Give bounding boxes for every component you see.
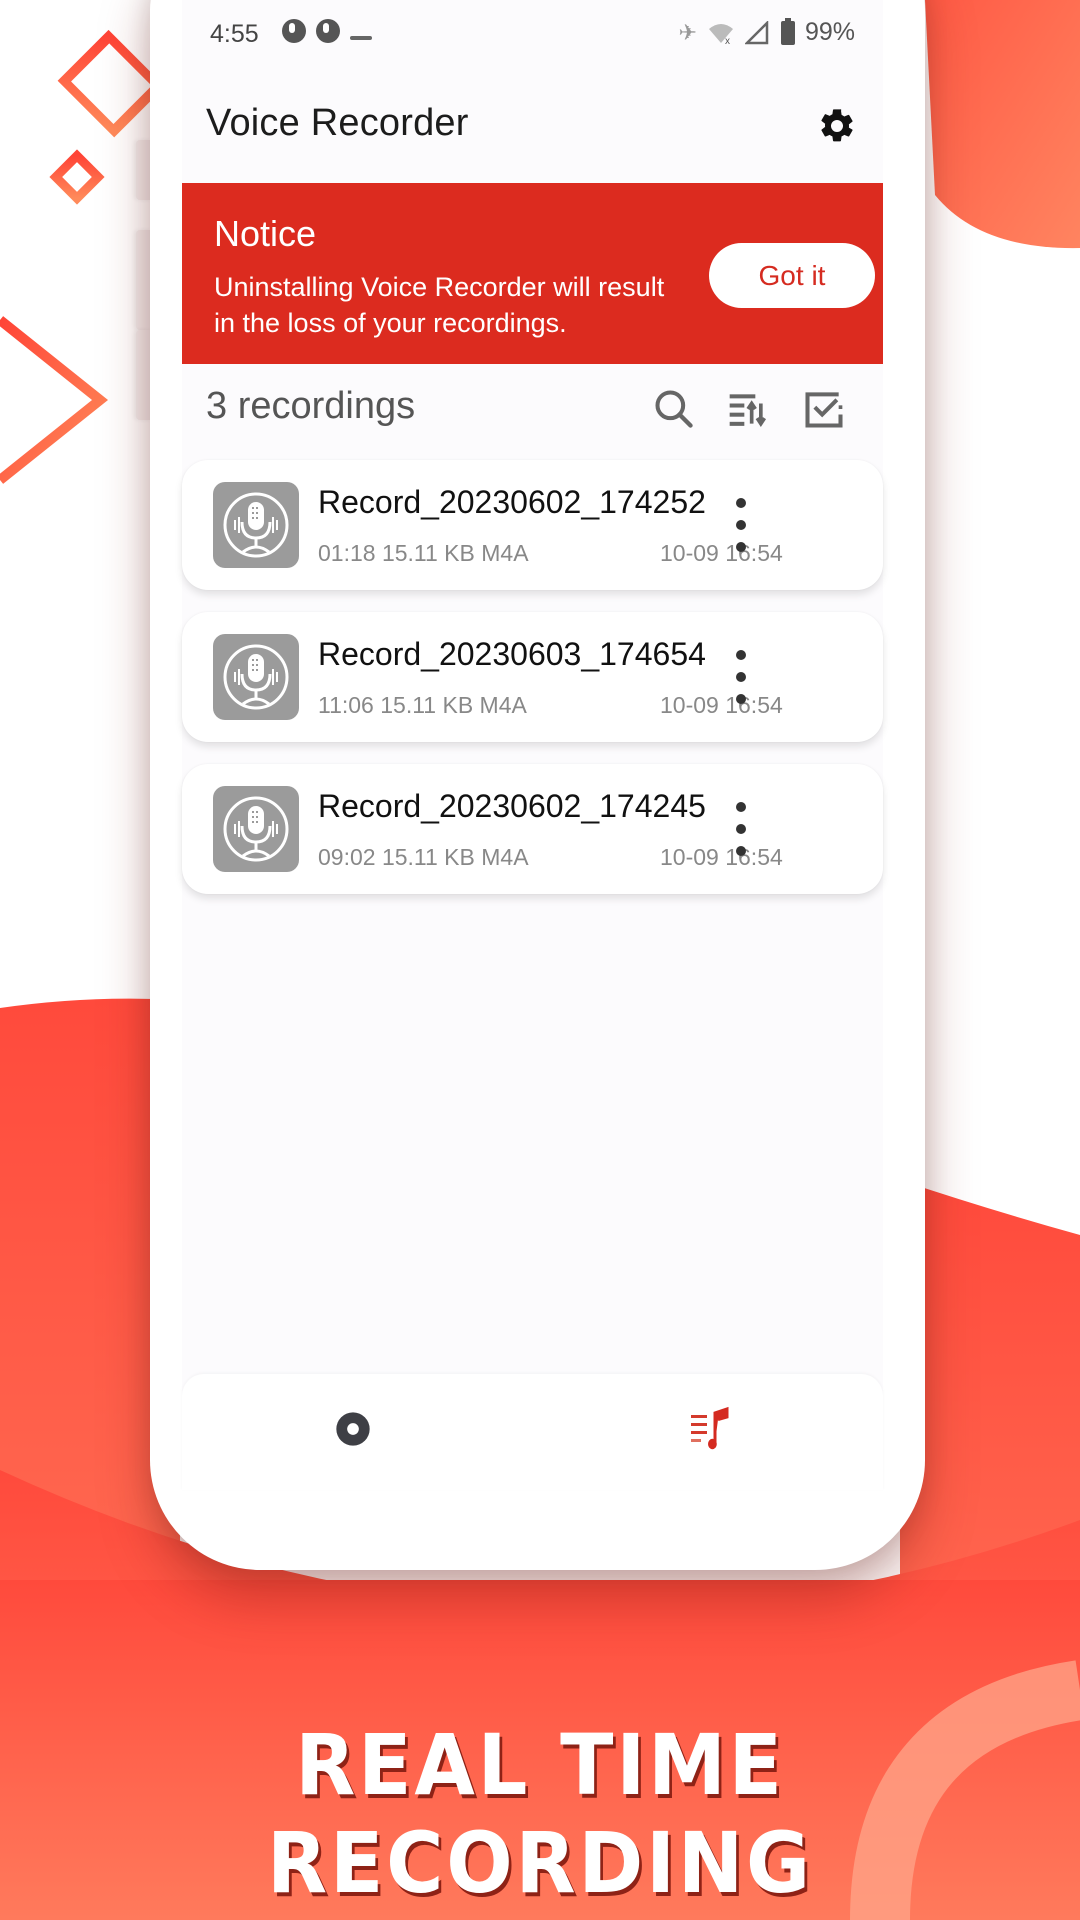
notification-icon bbox=[282, 19, 306, 43]
recording-name: Record_20230602_174245 bbox=[318, 788, 706, 824]
bottom-navigation bbox=[182, 1374, 883, 1490]
airplane-icon: ✈ bbox=[678, 19, 697, 45]
notification-icon bbox=[316, 19, 340, 43]
recording-item[interactable]: Record_20230603_174654 11:06 15.11 KB M4… bbox=[182, 612, 883, 742]
wifi-off-icon: x bbox=[708, 23, 733, 45]
tagline: REAL TIME RECORDING bbox=[267, 1716, 813, 1912]
got-it-button[interactable]: Got it bbox=[709, 243, 875, 308]
recording-item[interactable]: Record_20230602_174245 09:02 15.11 KB M4… bbox=[182, 764, 883, 894]
search-icon[interactable] bbox=[652, 387, 696, 431]
top-right-blob bbox=[925, 0, 1080, 249]
signal-off-icon bbox=[744, 20, 769, 44]
recording-name: Record_20230603_174654 bbox=[318, 636, 706, 672]
app-title: Voice Recorder bbox=[206, 102, 469, 144]
status-time: 4:55 bbox=[210, 20, 259, 48]
microphone-icon bbox=[213, 482, 299, 568]
recording-meta: 11:06 15.11 KB M4A bbox=[318, 692, 527, 718]
microphone-icon bbox=[213, 786, 299, 872]
app-screen: 4:55 ✈ x 99% Voice Recorder Notice Unins… bbox=[182, 0, 883, 1490]
recording-name: Record_20230602_174252 bbox=[318, 484, 706, 520]
notice-message: Uninstalling Voice Recorder will result … bbox=[214, 272, 665, 338]
more-options-icon[interactable] bbox=[710, 642, 770, 712]
more-options-icon[interactable] bbox=[710, 794, 770, 864]
minimize-icon bbox=[350, 36, 372, 40]
record-icon bbox=[336, 1412, 370, 1446]
recording-meta: 01:18 15.11 KB M4A bbox=[318, 540, 529, 566]
battery-percent: 99% bbox=[804, 18, 855, 46]
recording-item[interactable]: Record_20230602_174252 01:18 15.11 KB M4… bbox=[182, 460, 883, 590]
diamond-large bbox=[57, 29, 166, 138]
recording-meta: 09:02 15.11 KB M4A bbox=[318, 844, 529, 870]
diamond-small bbox=[49, 149, 105, 205]
nav-item-recordings[interactable] bbox=[676, 1394, 746, 1464]
nav-item-record[interactable] bbox=[318, 1394, 388, 1464]
notice-title: Notice bbox=[214, 213, 317, 254]
svg-text:x: x bbox=[725, 36, 730, 45]
battery-icon bbox=[780, 17, 795, 45]
more-options-icon[interactable] bbox=[710, 490, 770, 560]
list-header: 3 recordings bbox=[182, 375, 883, 445]
gear-icon[interactable] bbox=[817, 106, 857, 146]
music-list-icon bbox=[691, 1406, 729, 1450]
app-bar: Voice Recorder bbox=[182, 80, 883, 170]
notice-banner: Notice Uninstalling Voice Recorder will … bbox=[182, 183, 883, 364]
microphone-icon bbox=[213, 634, 299, 720]
triangle-outline bbox=[0, 316, 109, 484]
status-bar: 4:55 ✈ x 99% bbox=[182, 0, 883, 60]
recordings-count: 3 recordings bbox=[206, 385, 416, 427]
select-icon[interactable] bbox=[802, 387, 846, 431]
sort-icon[interactable] bbox=[726, 387, 770, 431]
